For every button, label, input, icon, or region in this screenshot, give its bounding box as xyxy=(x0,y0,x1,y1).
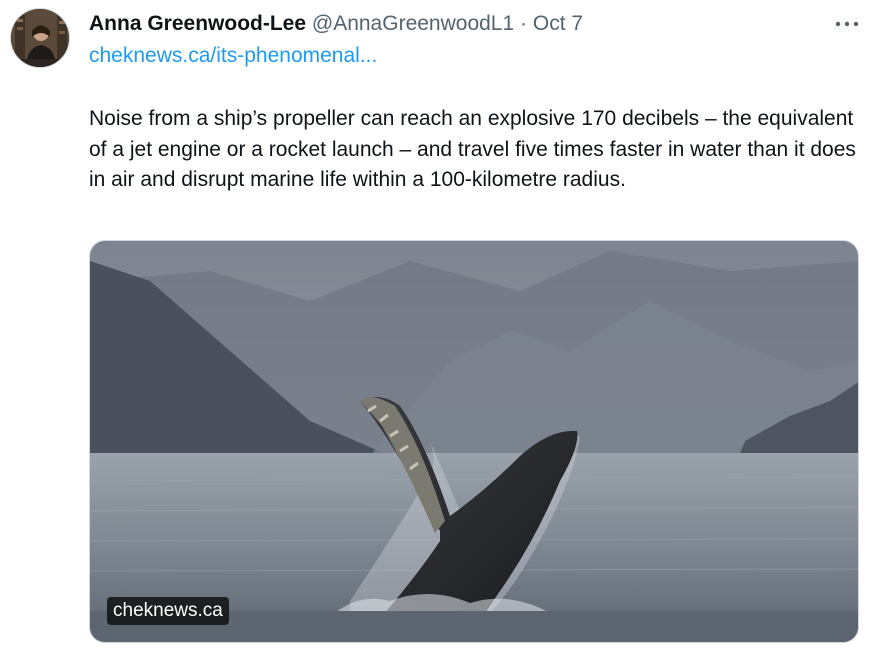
tweet-header: Anna Greenwood-Lee @AnnaGreenwoodL1 · Oc… xyxy=(89,11,583,37)
author-handle[interactable]: @AnnaGreenwoodL1 xyxy=(312,12,514,35)
whale-breach-photo xyxy=(90,241,858,642)
article-link[interactable]: cheknews.ca/its-phenomenal... xyxy=(89,43,377,69)
tweet-text: Noise from a ship’s propeller can reach … xyxy=(89,107,856,191)
more-horizontal-icon[interactable] xyxy=(834,14,860,34)
tweet-date[interactable]: Oct 7 xyxy=(533,12,583,35)
tweet-media-image[interactable]: cheknews.ca xyxy=(89,240,859,643)
author-name[interactable]: Anna Greenwood-Lee xyxy=(89,12,306,35)
media-source-badge: cheknews.ca xyxy=(107,597,229,625)
tweet-card[interactable]: Anna Greenwood-Lee @AnnaGreenwoodL1 · Oc… xyxy=(0,0,872,655)
separator-dot: · xyxy=(520,12,528,35)
avatar[interactable] xyxy=(10,8,70,68)
